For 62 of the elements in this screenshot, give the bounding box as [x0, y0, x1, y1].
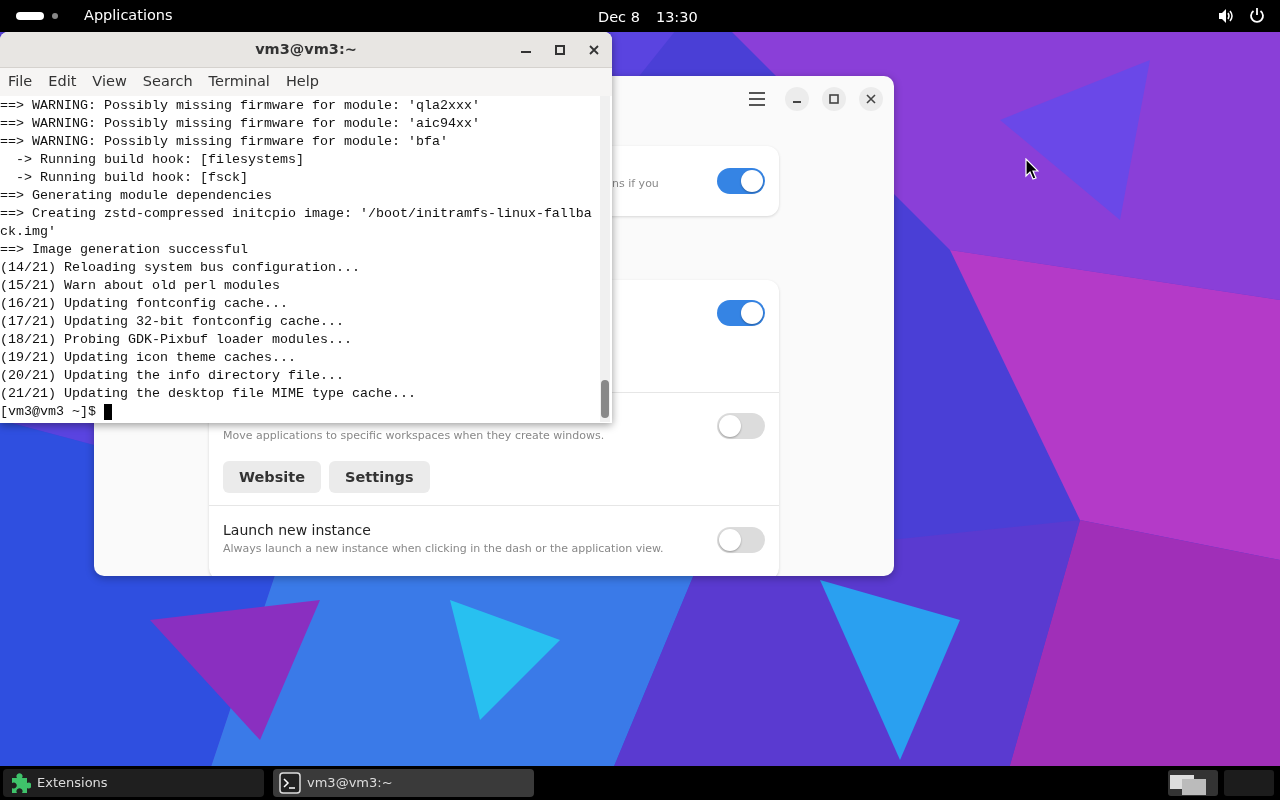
- workspace-indicator[interactable]: [52, 13, 58, 19]
- date-label[interactable]: Dec 8: [598, 7, 640, 29]
- terminal-line: ==> Creating zstd-compressed initcpio image: '/boot/initramfs-linux-fallba: [0, 205, 592, 223]
- maximize-icon: [829, 94, 839, 104]
- close-icon[interactable]: [589, 45, 599, 55]
- minimize-icon: [793, 101, 801, 103]
- terminal-line: ==> WARNING: Possibly missing firmware for module: 'aic94xx': [0, 115, 480, 133]
- toggle-switch[interactable]: [717, 413, 765, 439]
- menu-item[interactable]: Search: [142, 71, 193, 93]
- toggle-switch[interactable]: [717, 168, 765, 194]
- maximize-button[interactable]: [822, 87, 846, 111]
- terminal-icon: [279, 772, 301, 794]
- toggle-switch[interactable]: [717, 527, 765, 553]
- window-title: vm3@vm3:~: [255, 39, 357, 59]
- power-icon[interactable]: [1249, 7, 1265, 24]
- extension-button[interactable]: Settings: [329, 460, 430, 493]
- terminal-line: (21/21) Updating the desktop file MIME type cache...: [0, 385, 416, 403]
- maximize-icon[interactable]: [555, 45, 565, 55]
- menu-item[interactable]: File: [8, 71, 33, 93]
- menu-item[interactable]: Edit: [48, 71, 77, 93]
- puzzle-icon: [9, 772, 31, 794]
- menu-item[interactable]: Help: [285, 71, 319, 93]
- terminal-line: ==> Image generation successful: [0, 241, 248, 259]
- menu-icon[interactable]: [748, 92, 766, 106]
- clock-label[interactable]: 13:30: [655, 7, 698, 29]
- taskbar-button[interactable]: vm3@vm3:~: [273, 769, 534, 797]
- extension-description: Always launch a new instance when clicking in the dash or the application view.: [223, 541, 665, 557]
- terminal-line: (19/21) Updating icon theme caches...: [0, 349, 296, 367]
- terminal-line: ==> Generating module dependencies: [0, 187, 272, 205]
- close-button[interactable]: [859, 87, 883, 111]
- terminal-line: ==> WARNING: Possibly missing firmware for module: 'bfa': [0, 133, 448, 151]
- taskbar-button[interactable]: Extensions: [3, 769, 264, 797]
- workspace-indicator[interactable]: [16, 12, 44, 20]
- workspace-thumbnail[interactable]: [1168, 770, 1218, 796]
- window-thumbnail-icon: [1170, 774, 1206, 795]
- terminal-line: ck.img': [0, 223, 56, 241]
- mouse-pointer-icon: [1025, 158, 1039, 180]
- close-icon: [866, 94, 876, 104]
- toggle-switch[interactable]: [717, 300, 765, 326]
- terminal-line: (20/21) Updating the info directory file...: [0, 367, 344, 385]
- scrollbar[interactable]: [600, 96, 610, 422]
- workspace-thumbnail[interactable]: [1224, 770, 1274, 796]
- extension-description: Move applications to specific workspaces when they create windows.: [223, 428, 606, 444]
- terminal-line: (18/21) Probing GDK-Pixbuf loader modules...: [0, 331, 352, 349]
- menu-item[interactable]: Terminal: [208, 71, 270, 93]
- volume-icon[interactable]: [1218, 8, 1235, 24]
- text-cursor: [104, 404, 112, 420]
- terminal-line: (15/21) Warn about old perl modules: [0, 277, 280, 295]
- terminal-line: (14/21) Reloading system bus configuration...: [0, 259, 360, 277]
- extension-description: ns if you: [612, 176, 659, 192]
- terminal-line: -> Running build hook: [fsck]: [15, 169, 248, 187]
- minimize-icon[interactable]: [521, 50, 531, 54]
- minimize-button[interactable]: [785, 87, 809, 111]
- terminal-line: (17/21) Updating 32-bit fontconfig cache...: [0, 313, 344, 331]
- extension-button[interactable]: Website: [223, 460, 322, 493]
- menu-item[interactable]: View: [92, 71, 127, 93]
- terminal-line: ==> WARNING: Possibly missing firmware for module: 'qla2xxx': [0, 97, 480, 115]
- terminal-line: -> Running build hook: [filesystems]: [15, 151, 304, 169]
- terminal-prompt: [vm3@vm3 ~]$: [0, 403, 96, 421]
- applications-menu[interactable]: Applications: [84, 5, 173, 27]
- extension-title: Launch new instance: [223, 521, 372, 540]
- terminal-line: (16/21) Updating fontconfig cache...: [0, 295, 288, 313]
